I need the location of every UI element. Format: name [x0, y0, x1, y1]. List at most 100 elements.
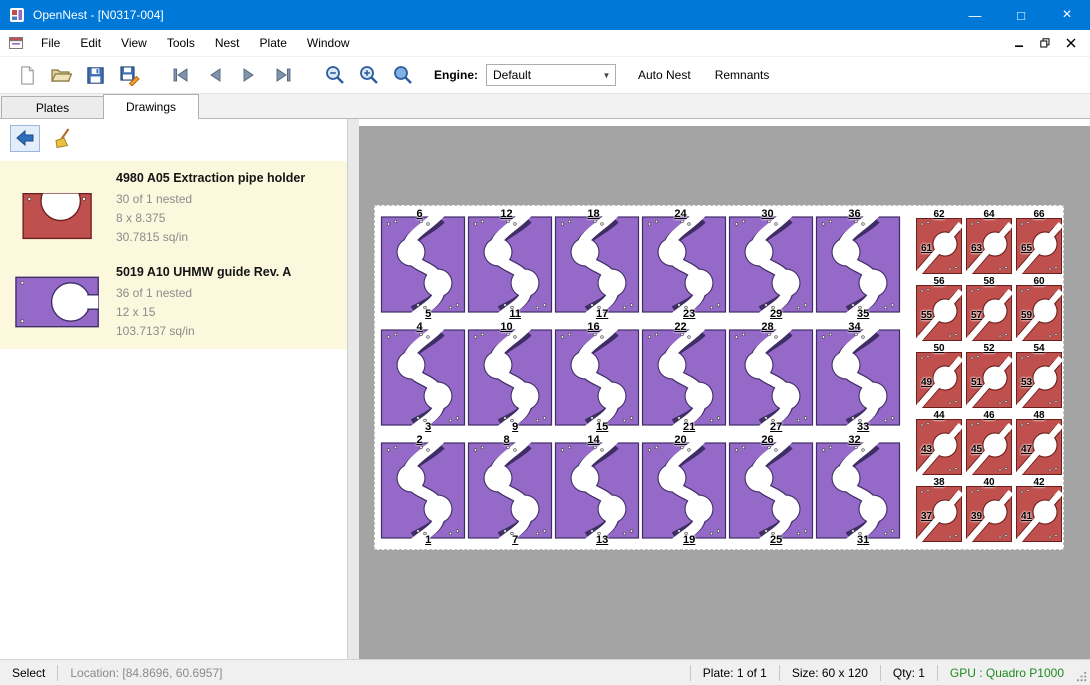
- nested-pair-red[interactable]: 50 49: [915, 344, 963, 410]
- nested-pair-purple[interactable]: 24 23: [641, 208, 727, 320]
- part-number: 2: [416, 434, 422, 446]
- drawing-item-extraction-pipe-holder[interactable]: 4980 A05 Extraction pipe holder 30 of 1 …: [0, 161, 347, 255]
- part-number: 47: [1021, 444, 1032, 455]
- purple-part-shape: [728, 434, 814, 546]
- nested-pair-purple[interactable]: 10 9: [467, 321, 553, 433]
- nested-pair-purple[interactable]: 14 13: [554, 434, 640, 546]
- part-number: 14: [587, 434, 599, 446]
- statusbar-right: Plate: 1 of 1 Size: 60 x 120 Qty: 1 GPU …: [690, 660, 1090, 685]
- purple-part-shape: [380, 321, 466, 433]
- zoom-fit-button[interactable]: [386, 60, 420, 90]
- nested-pair-purple[interactable]: 26 25: [728, 434, 814, 546]
- nested-pair-red[interactable]: 46 45: [965, 411, 1013, 477]
- nested-pair-red[interactable]: 56 55: [915, 277, 963, 343]
- menu-item-tools[interactable]: Tools: [157, 30, 205, 56]
- child-restore-button[interactable]: [1034, 33, 1056, 53]
- statusbar-qty: Qty: 1: [881, 660, 937, 685]
- nested-pair-purple[interactable]: 22 21: [641, 321, 727, 433]
- nested-pair-purple[interactable]: 4 3: [380, 321, 466, 433]
- previous-plate-button[interactable]: [198, 60, 232, 90]
- nested-pair-red[interactable]: 38 37: [915, 478, 963, 544]
- window-controls: — □ ×: [952, 0, 1090, 30]
- drawing-item-uhmw-guide[interactable]: 5019 A10 UHMW guide Rev. A 36 of 1 neste…: [0, 255, 347, 349]
- nested-pair-red[interactable]: 64 63: [965, 210, 1013, 276]
- menu-item-window[interactable]: Window: [297, 30, 360, 56]
- menu-item-plate[interactable]: Plate: [250, 30, 297, 56]
- part-number: 39: [971, 511, 982, 522]
- nested-pair-red[interactable]: 42 41: [1015, 478, 1063, 544]
- part-number: 33: [857, 421, 869, 433]
- part-number: 46: [983, 410, 994, 421]
- arrow-left-icon: [14, 127, 36, 149]
- send-to-plate-button[interactable]: [10, 125, 40, 152]
- new-button[interactable]: [10, 60, 44, 90]
- nested-pair-red[interactable]: 66 65: [1015, 210, 1063, 276]
- part-number: 66: [1033, 209, 1044, 220]
- part-number: 11: [509, 308, 521, 320]
- nested-pair-purple[interactable]: 6 5: [380, 208, 466, 320]
- minimize-button[interactable]: —: [952, 0, 998, 30]
- nested-pair-purple[interactable]: 32 31: [815, 434, 901, 546]
- restore-icon: [1040, 38, 1050, 48]
- nested-pair-purple[interactable]: 12 11: [467, 208, 553, 320]
- nested-pair-red[interactable]: 44 43: [915, 411, 963, 477]
- next-plate-button[interactable]: [232, 60, 266, 90]
- menu-item-nest[interactable]: Nest: [205, 30, 250, 56]
- child-minimize-button[interactable]: [1008, 33, 1030, 53]
- zoom-out-button[interactable]: [318, 60, 352, 90]
- nested-pair-red[interactable]: 62 61: [915, 210, 963, 276]
- purple-part-shape: [728, 321, 814, 433]
- auto-nest-button[interactable]: Auto Nest: [626, 61, 703, 89]
- part-number: 17: [596, 308, 608, 320]
- menu-item-file[interactable]: File: [31, 30, 70, 56]
- tab-plates[interactable]: Plates: [1, 96, 104, 118]
- nested-pair-purple[interactable]: 34 33: [815, 321, 901, 433]
- part-number: 38: [933, 477, 944, 488]
- nested-pair-purple[interactable]: 2 1: [380, 434, 466, 546]
- resize-grip[interactable]: [1076, 660, 1090, 685]
- clear-button[interactable]: [48, 125, 78, 152]
- nested-pair-red[interactable]: 40 39: [965, 478, 1013, 544]
- part-number: 10: [500, 321, 512, 333]
- close-button[interactable]: ×: [1044, 0, 1090, 30]
- drawing-nested-count: 30 of 1 nested: [116, 190, 305, 209]
- nested-pair-purple[interactable]: 16 15: [554, 321, 640, 433]
- zoom-in-icon: [358, 64, 380, 86]
- menu-item-edit[interactable]: Edit: [70, 30, 111, 56]
- zoom-in-button[interactable]: [352, 60, 386, 90]
- nested-pair-purple[interactable]: 30 29: [728, 208, 814, 320]
- part-number: 59: [1021, 310, 1032, 321]
- nested-pair-red[interactable]: 54 53: [1015, 344, 1063, 410]
- nested-pair-purple[interactable]: 8 7: [467, 434, 553, 546]
- child-close-button[interactable]: [1060, 33, 1082, 53]
- nested-pair-purple[interactable]: 18 17: [554, 208, 640, 320]
- first-plate-button[interactable]: [164, 60, 198, 90]
- minimize-icon: [1014, 38, 1024, 48]
- open-button[interactable]: [44, 60, 78, 90]
- tab-drawings[interactable]: Drawings: [103, 94, 199, 119]
- menu-item-view[interactable]: View: [111, 30, 157, 56]
- document-icon[interactable]: [8, 35, 24, 51]
- nested-pair-red[interactable]: 58 57: [965, 277, 1013, 343]
- nested-pair-purple[interactable]: 36 35: [815, 208, 901, 320]
- remnants-button[interactable]: Remnants: [703, 61, 782, 89]
- save-button[interactable]: [78, 60, 112, 90]
- nested-pair-red[interactable]: 60 59: [1015, 277, 1063, 343]
- nested-pair-red[interactable]: 48 47: [1015, 411, 1063, 477]
- nesting-plate[interactable]: 6 5 12 11 18 17: [374, 205, 1064, 550]
- content-area: 4980 A05 Extraction pipe holder 30 of 1 …: [0, 119, 1090, 659]
- engine-select[interactable]: Default ▼: [486, 64, 616, 86]
- part-number: 43: [921, 444, 932, 455]
- nest-canvas[interactable]: 6 5 12 11 18 17: [359, 119, 1090, 659]
- nested-pair-purple[interactable]: 28 27: [728, 321, 814, 433]
- save-as-button[interactable]: [112, 60, 146, 90]
- purple-part-shape: [554, 208, 640, 320]
- maximize-button[interactable]: □: [998, 0, 1044, 30]
- go-first-icon: [170, 64, 192, 86]
- part-thumbnail: [10, 169, 106, 247]
- panel-splitter[interactable]: [348, 119, 359, 659]
- nested-pair-purple[interactable]: 20 19: [641, 434, 727, 546]
- nested-pair-red[interactable]: 52 51: [965, 344, 1013, 410]
- last-plate-button[interactable]: [266, 60, 300, 90]
- part-number: 62: [933, 209, 944, 220]
